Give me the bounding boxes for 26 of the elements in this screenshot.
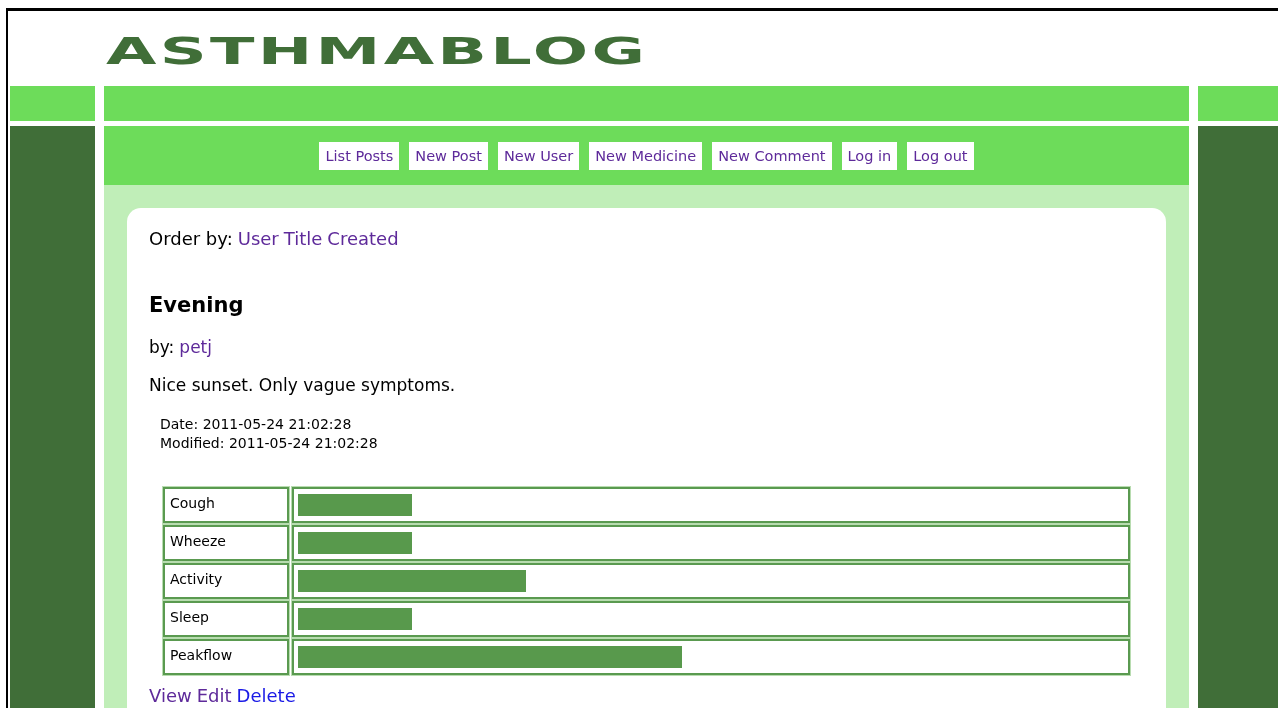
nav-link[interactable]: New Comment [712,141,832,170]
action-link[interactable]: View [149,685,192,706]
post-date: Date: 2011-05-24 21:02:28 [160,415,353,434]
sort-link[interactable]: User [237,228,279,249]
nav-link[interactable]: Log in [841,141,898,170]
action-link[interactable]: Edit [196,685,232,706]
nav-link[interactable]: List Posts [319,141,400,170]
symptom-name: Peakflow [163,639,289,675]
nav-link[interactable]: New User [497,141,580,170]
post-title: Evening [149,293,245,317]
symptom-name: Activity [163,563,289,599]
nav-link[interactable]: New Medicine [589,141,703,170]
nav-link[interactable]: New Post [409,141,488,170]
symptom-name: Cough [163,487,289,523]
post-modified: Modified: 2011-05-24 21:02:28 [160,434,379,453]
symptom-name: Sleep [163,601,289,637]
symptom-name: Wheeze [163,525,289,561]
action-link[interactable]: Delete [236,685,296,706]
sort-link[interactable]: Created [327,228,399,249]
post-body: Nice sunset. Only vague symptoms. [149,375,457,395]
nav-link[interactable]: Log out [907,141,974,170]
sort-link[interactable]: Title [283,228,323,249]
logo: ASTHMABLOG [106,32,649,69]
by-label: by: [149,337,175,357]
author-link[interactable]: petj [179,337,212,357]
order-label: Order by: [149,228,233,249]
